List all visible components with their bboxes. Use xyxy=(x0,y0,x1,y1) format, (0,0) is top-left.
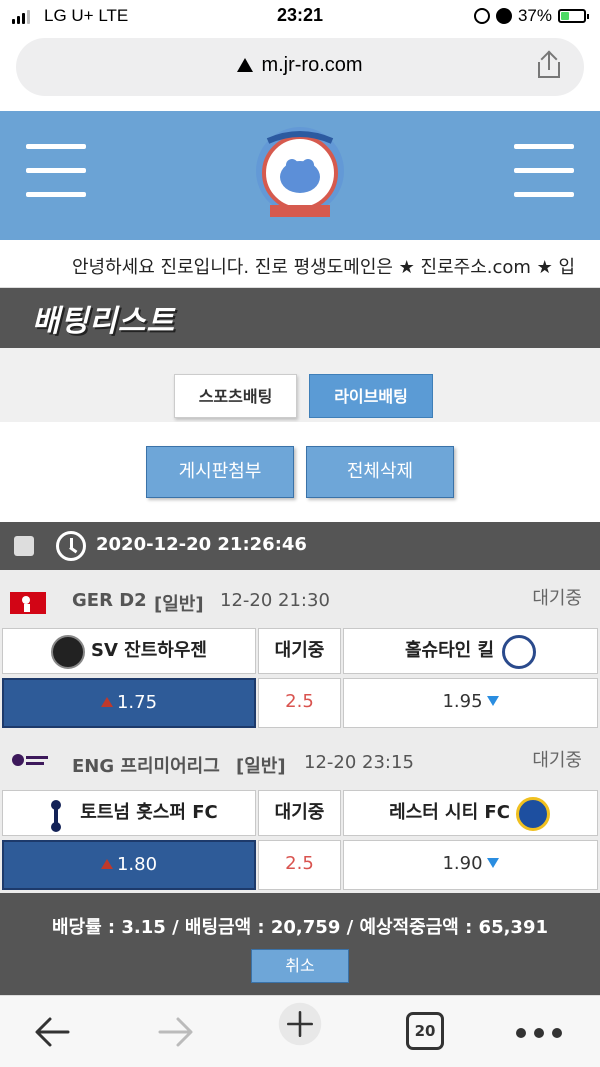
away-team-cell: 홀슈타인 킬 xyxy=(343,628,598,674)
forward-arrow-icon[interactable] xyxy=(154,1010,198,1054)
attach-to-board-button[interactable]: 게시판첨부 xyxy=(146,446,294,498)
clock-icon xyxy=(56,531,86,561)
draw-odds-value: 2.5 xyxy=(285,691,314,712)
away-odds-button[interactable]: 1.95 xyxy=(343,678,598,728)
match-time: 12-20 23:15 xyxy=(304,752,414,773)
match-middle-status: 대기중 xyxy=(258,628,341,674)
bet-type-label: [일반] xyxy=(236,756,286,777)
orientation-lock-icon xyxy=(473,8,490,24)
home-odds-value: 1.75 xyxy=(116,692,158,713)
page-title-bar: 배팅리스트 xyxy=(0,288,600,348)
alarm-icon xyxy=(495,8,512,24)
battery-percent: 37% xyxy=(517,6,552,25)
match-list: GER D2 [일반] 12-20 21:30 대기중 SV 잔트하우젠 대기중… xyxy=(0,570,600,893)
bet-summary: 배당률 : 3.15 / 배팅금액 : 20,759 / 예상적중금액 : 65… xyxy=(0,893,600,995)
bet-datetime: 2020-12-20 21:26:46 xyxy=(96,534,307,555)
match-middle-status: 대기중 xyxy=(258,790,341,836)
league-row: GER D2 [일반] 12-20 21:30 대기중 xyxy=(0,570,600,628)
site-header xyxy=(0,111,600,240)
leicester-crest-icon xyxy=(516,797,550,831)
tab-sports-betting[interactable]: 스포츠배팅 xyxy=(174,374,297,418)
more-options-icon[interactable] xyxy=(516,1028,562,1038)
status-bar: LG U+ LTE 23:21 37% xyxy=(0,0,600,34)
away-odds-value: 1.90 xyxy=(442,853,483,874)
league-name: ENG 프리미어리그 xyxy=(72,756,220,777)
bet-select-checkbox[interactable] xyxy=(14,536,34,556)
premier-league-logo-icon xyxy=(12,754,48,766)
bet-type-label: [일반] xyxy=(154,594,204,615)
up-arrow-icon xyxy=(100,859,113,869)
home-odds-value: 1.80 xyxy=(116,854,158,875)
draw-odds-button[interactable]: 2.5 xyxy=(258,840,341,890)
bundesliga-logo-icon xyxy=(10,592,46,614)
away-team-cell: 레스터 시티 FC xyxy=(343,790,598,836)
marquee-text: 안녕하세요 진로입니다. 진로 평생도메인은 ★ 진로주소.com ★ 입 xyxy=(72,257,576,278)
home-odds-button[interactable]: 1.80 xyxy=(2,840,256,890)
action-buttons: 게시판첨부 전체삭제 xyxy=(0,422,600,522)
holstein-kiel-crest-icon xyxy=(502,635,536,669)
down-arrow-icon xyxy=(486,858,499,868)
home-odds-button[interactable]: 1.75 xyxy=(2,678,256,728)
league-row: ENG 프리미어리그 [일반] 12-20 23:15 대기중 xyxy=(0,732,600,790)
share-icon[interactable] xyxy=(538,50,560,78)
menu-icon-right[interactable] xyxy=(514,144,574,204)
up-arrow-icon xyxy=(100,697,113,707)
match-status: 대기중 xyxy=(532,588,582,609)
delete-all-button[interactable]: 전체삭제 xyxy=(306,446,454,498)
bet-header: 2020-12-20 21:26:46 xyxy=(0,522,600,570)
match-status: 대기중 xyxy=(532,750,582,771)
league-name: GER D2 xyxy=(72,590,147,611)
battery-icon xyxy=(558,9,589,23)
notice-marquee: 안녕하세요 진로입니다. 진로 평생도메인은 ★ 진로주소.com ★ 입 xyxy=(0,240,600,288)
draw-odds-button[interactable]: 2.5 xyxy=(258,678,341,728)
cancel-button[interactable]: 취소 xyxy=(251,949,349,983)
match-time: 12-20 21:30 xyxy=(220,590,330,611)
menu-icon[interactable] xyxy=(26,144,86,204)
new-tab-plus-icon[interactable] xyxy=(270,1002,330,1046)
away-odds-value: 1.95 xyxy=(442,691,483,712)
draw-odds-value: 2.5 xyxy=(285,853,314,874)
site-logo[interactable] xyxy=(250,121,350,227)
away-odds-button[interactable]: 1.90 xyxy=(343,840,598,890)
tottenham-crest-icon xyxy=(51,800,61,832)
address-bar[interactable]: m.jr-ro.com xyxy=(16,38,584,96)
warning-icon xyxy=(237,58,254,72)
tab-live-betting[interactable]: 라이브배팅 xyxy=(309,374,433,418)
home-team-cell: SV 잔트하우젠 xyxy=(2,628,256,674)
tab-count-button[interactable]: 20 xyxy=(406,1012,444,1050)
browser-toolbar: 20 xyxy=(0,995,600,1067)
sandhausen-crest-icon xyxy=(51,635,85,669)
bet-type-tabs: 스포츠배팅 라이브배팅 xyxy=(0,348,600,422)
down-arrow-icon xyxy=(486,696,499,706)
page-title: 배팅리스트 xyxy=(32,304,175,339)
url-text: m.jr-ro.com xyxy=(261,54,363,76)
bet-summary-text: 배당률 : 3.15 / 배팅금액 : 20,759 / 예상적중금액 : 65… xyxy=(51,917,549,938)
home-team-cell: 토트넘 홋스퍼 FC xyxy=(2,790,256,836)
back-arrow-icon[interactable] xyxy=(30,1010,74,1054)
